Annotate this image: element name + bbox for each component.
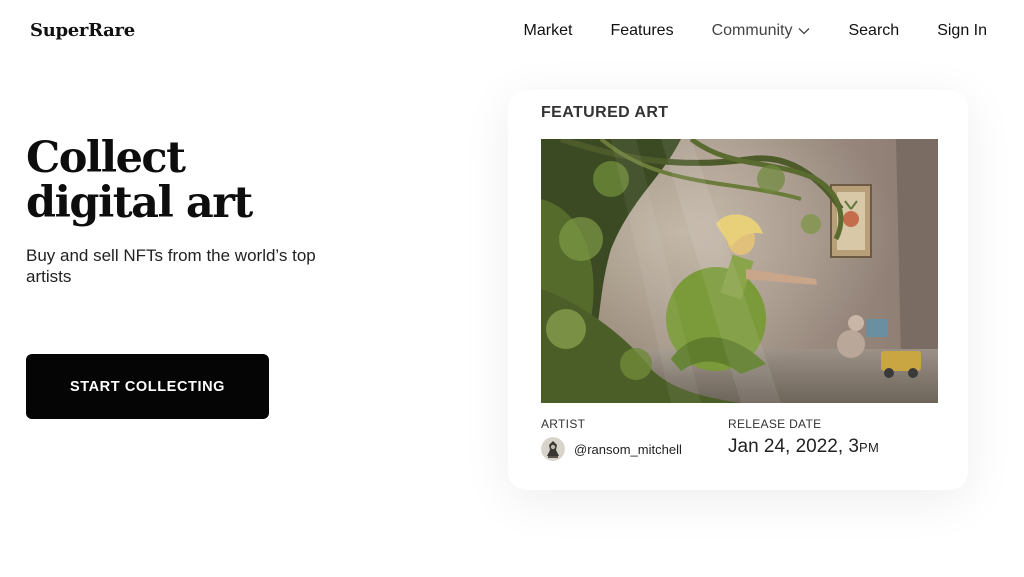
artist-link[interactable]: @ransom_mitchell bbox=[541, 437, 682, 461]
hero-title: Collect digital art bbox=[26, 136, 356, 226]
start-collecting-button[interactable]: START COLLECTING bbox=[26, 354, 269, 419]
artist-handle: @ransom_mitchell bbox=[574, 441, 682, 457]
release-date-value: Jan 24, 2022, 3 bbox=[728, 436, 859, 457]
nav-sign-in[interactable]: Sign In bbox=[937, 22, 987, 40]
release-date-label: RELEASE DATE bbox=[728, 417, 822, 431]
hero-title-line2: digital art bbox=[26, 178, 253, 228]
featured-art-heading: FEATURED ART bbox=[541, 104, 669, 121]
nav-community-label: Community bbox=[711, 22, 793, 39]
hero-title-line1: Collect bbox=[26, 133, 186, 183]
featured-artwork-image[interactable] bbox=[541, 139, 938, 403]
chevron-down-icon bbox=[799, 28, 810, 35]
top-nav: Market Features Community Search Sign In bbox=[486, 22, 987, 40]
hero-subtitle: Buy and sell NFTs from the world’s top a… bbox=[26, 246, 316, 286]
avatar bbox=[541, 437, 565, 461]
nav-community[interactable]: Community bbox=[712, 22, 811, 40]
page: SuperRare Market Features Community Sear… bbox=[0, 0, 1024, 577]
nav-search[interactable]: Search bbox=[848, 22, 899, 40]
release-time-suffix: PM bbox=[859, 440, 880, 455]
nav-features[interactable]: Features bbox=[610, 22, 673, 40]
artist-label: ARTIST bbox=[541, 417, 586, 431]
nav-market[interactable]: Market bbox=[524, 22, 573, 40]
release-date: Jan 24, 2022, 3PM bbox=[728, 436, 879, 458]
superrare-logo[interactable]: SuperRare bbox=[30, 20, 135, 41]
